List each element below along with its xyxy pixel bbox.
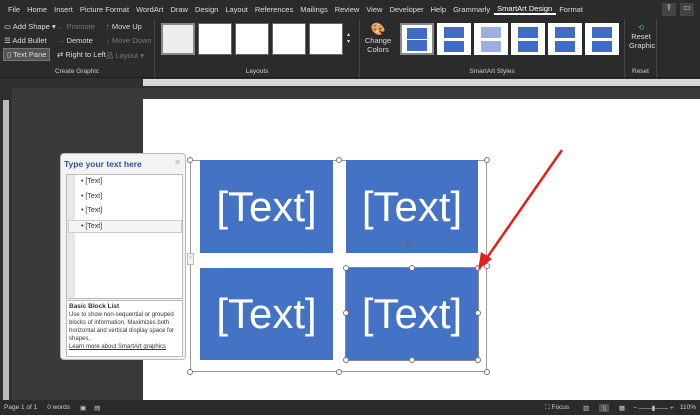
list-item-text: [Text] bbox=[85, 207, 103, 214]
close-icon[interactable]: ✕ bbox=[174, 158, 181, 167]
status-bar: Page 1 of 1 0 words ▣ ▤ ⛶ Focus ▥ ▯ ▦ − … bbox=[0, 400, 700, 415]
focus-label: Focus bbox=[551, 403, 570, 411]
layout-description-text: Use to show non-sequential or grouped bl… bbox=[69, 312, 175, 342]
list-item-text: [Text] bbox=[85, 193, 103, 200]
print-layout-icon[interactable]: ▯ bbox=[599, 403, 609, 412]
list-item-text: [Text] bbox=[85, 223, 103, 230]
page-count[interactable]: Page 1 of 1 bbox=[4, 404, 37, 411]
web-layout-icon[interactable]: ▦ bbox=[619, 404, 625, 412]
list-item[interactable]: • [Text] bbox=[81, 193, 102, 200]
learn-more-link[interactable]: Learn more about SmartArt graphics bbox=[69, 344, 166, 350]
list-item-active[interactable]: • [Text] bbox=[68, 220, 182, 233]
list-item[interactable]: • [Text] bbox=[81, 178, 102, 185]
text-pane-title: Type your text here bbox=[64, 159, 142, 169]
focus-button[interactable]: ⛶ Focus bbox=[545, 404, 569, 412]
zoom-slider[interactable]: − ——▮—— + bbox=[633, 404, 674, 412]
zoom-level[interactable]: 110% bbox=[680, 404, 696, 411]
word-count[interactable]: 0 words bbox=[47, 404, 70, 411]
layout-name: Basic Block List bbox=[69, 303, 120, 310]
text-pane-list[interactable]: • [Text] • [Text] • [Text] • [Text] bbox=[66, 174, 183, 299]
proofing-icon[interactable]: ▣ bbox=[80, 404, 86, 412]
layout-description: Basic Block List Use to show non-sequent… bbox=[66, 300, 183, 357]
read-mode-icon[interactable]: ▥ bbox=[583, 404, 589, 412]
accessibility-icon[interactable]: ▤ bbox=[94, 404, 100, 412]
text-pane: Type your text here ✕ • [Text] • [Text] … bbox=[60, 153, 186, 360]
list-item-text: [Text] bbox=[85, 178, 103, 185]
list-item[interactable]: • [Text] bbox=[81, 207, 102, 214]
